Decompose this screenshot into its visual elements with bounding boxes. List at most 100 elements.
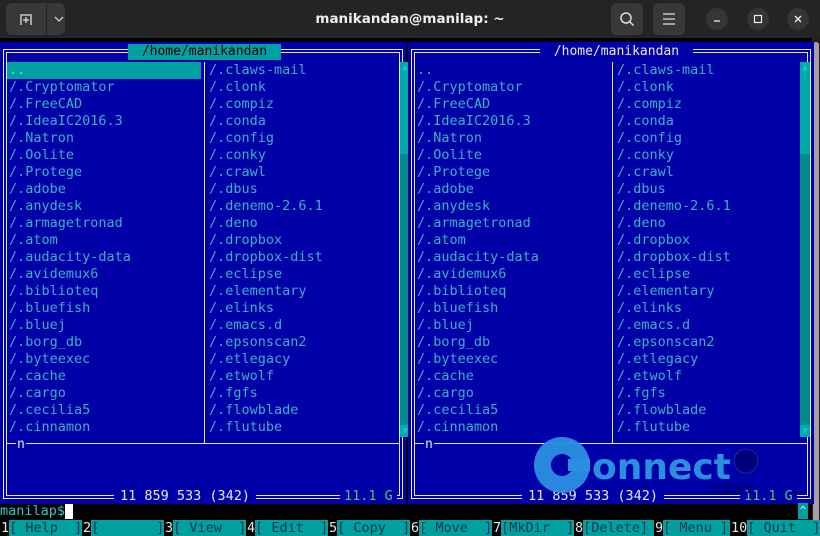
file-list-item[interactable]: /.cache [7,368,201,385]
fkey-8-button[interactable]: 8 [Delete] [574,520,654,536]
file-list-item[interactable]: /.cinnamon [7,419,201,436]
file-list-item[interactable]: /.denemo-2.6.1 [615,198,799,215]
file-list-item[interactable]: /.cecilia5 [415,402,609,419]
minimize-button[interactable] [706,8,728,30]
file-list-item[interactable]: /.FreeCAD [7,96,201,113]
file-list-item[interactable]: /.flowblade [207,402,399,419]
history-caret-icon[interactable]: ^ [798,503,808,519]
file-list-item[interactable]: /.fgfs [207,385,399,402]
file-list-item[interactable]: /.dbus [207,181,399,198]
scroll-up-arrow-icon[interactable]: ▲ [800,62,810,74]
file-list-item[interactable]: /.bluefish [7,300,201,317]
file-list-item[interactable]: /.avidemux6 [415,266,609,283]
file-list-item[interactable]: /.crawl [615,164,799,181]
file-list-item[interactable]: /.etlegacy [615,351,799,368]
panel-path[interactable]: /home/manikandan [540,44,693,60]
scroll-down-arrow-icon[interactable]: ▼ [800,425,810,437]
parent-dir-item[interactable]: .. [415,62,609,79]
file-list-item[interactable]: /.conda [207,113,399,130]
file-list-item[interactable]: /.epsonscan2 [615,334,799,351]
file-list-item[interactable]: /.emacs.d [615,317,799,334]
file-list-item[interactable]: /.etwolf [615,368,799,385]
file-list-item[interactable]: /.Oolite [7,147,201,164]
file-list-item[interactable]: /.conda [615,113,799,130]
file-list-item[interactable]: /.flutube [615,419,799,436]
file-list-item[interactable]: /.Protege [415,164,609,181]
file-list-item[interactable]: /.crawl [207,164,399,181]
file-list-item[interactable]: /.elementary [207,283,399,300]
file-list-item[interactable]: /.biblioteq [415,283,609,300]
file-list-item[interactable]: /.Cryptomator [415,79,609,96]
file-list-item[interactable]: /.dropbox [207,232,399,249]
file-list-item[interactable]: /.compiz [207,96,399,113]
file-list-item[interactable]: /.IdeaIC2016.3 [7,113,201,130]
file-list-item[interactable]: /.atom [415,232,609,249]
file-list-item[interactable]: /.claws-mail [207,62,399,79]
file-list-item[interactable]: /.compiz [615,96,799,113]
file-list-item[interactable]: /.anydesk [7,198,201,215]
close-button[interactable] [787,8,809,30]
file-list-item[interactable]: /.flowblade [615,402,799,419]
file-list-item[interactable]: /.elinks [615,300,799,317]
file-list-item[interactable]: /.cargo [415,385,609,402]
file-list-item[interactable]: /.claws-mail [615,62,799,79]
file-list-item[interactable]: /.armagetronad [7,215,201,232]
file-list-item[interactable]: /.audacity-data [7,249,201,266]
panel-path[interactable]: /home/manikandan [128,44,281,60]
file-list-item[interactable]: /.eclipse [615,266,799,283]
file-list-item[interactable]: /.atom [7,232,201,249]
file-list-item[interactable]: /.dropbox-dist [207,249,399,266]
file-list-item[interactable]: /.borg_db [415,334,609,351]
file-list-item[interactable]: /.armagetronad [415,215,609,232]
fkey-1-button[interactable]: 1[ Help ] [0,520,83,536]
file-list-item[interactable]: /.bluefish [415,300,609,317]
fkey-4-button[interactable]: 4[ Edit ] [246,520,329,536]
search-button[interactable] [611,3,643,35]
file-list-item[interactable]: /.fgfs [615,385,799,402]
file-list-item[interactable]: /.dropbox [615,232,799,249]
left-panel[interactable]: /home/manikandan ../.Cryptomator/.FreeCA… [0,42,410,504]
file-list-item[interactable]: /.conky [207,147,399,164]
file-list-item[interactable]: /.bluej [415,317,609,334]
file-list-item[interactable]: /.Oolite [415,147,609,164]
fkey-6-button[interactable]: 6[ Move ] [410,520,493,536]
file-list-item[interactable]: /.deno [207,215,399,232]
file-list-item[interactable]: /.Cryptomator [7,79,201,96]
file-list-item[interactable]: /.cache [415,368,609,385]
fkey-2-button[interactable]: 2[ ] [82,520,165,536]
file-list-item[interactable]: /.conky [615,147,799,164]
file-list-item[interactable]: /.etwolf [207,368,399,385]
fkey-3-button[interactable]: 3[ View ] [164,520,247,536]
file-list-item[interactable]: /.adobe [415,181,609,198]
file-list-item[interactable]: /.Natron [7,130,201,147]
file-list-item[interactable]: /.biblioteq [7,283,201,300]
file-list-item[interactable]: /.byteexec [7,351,201,368]
file-list-item[interactable]: /.cinnamon [415,419,609,436]
file-list-item[interactable]: /.config [615,130,799,147]
file-list-item[interactable]: /.deno [615,215,799,232]
file-list-item[interactable]: /.anydesk [415,198,609,215]
file-list-item[interactable]: /.dbus [615,181,799,198]
fkey-5-button[interactable]: 5[ Copy ] [328,520,411,536]
right-panel[interactable]: /home/manikandan ../.Cryptomator/.FreeCA… [408,42,814,504]
command-line[interactable]: manilap$ [0,503,74,519]
file-list-item[interactable]: /.denemo-2.6.1 [207,198,399,215]
file-list-item[interactable]: /.Protege [7,164,201,181]
file-list-item[interactable]: /.epsonscan2 [207,334,399,351]
file-list-item[interactable]: /.cecilia5 [7,402,201,419]
menu-button[interactable] [653,3,685,35]
parent-dir-item[interactable]: .. [7,62,201,79]
file-list-item[interactable]: /.emacs.d [207,317,399,334]
scroll-thumb[interactable] [800,74,810,154]
file-list-item[interactable]: /.etlegacy [207,351,399,368]
file-list-item[interactable]: /.audacity-data [415,249,609,266]
file-list-item[interactable]: /.Natron [415,130,609,147]
file-list-item[interactable]: /.elementary [615,283,799,300]
file-list-item[interactable]: /.IdeaIC2016.3 [415,113,609,130]
file-list-item[interactable]: /.bluej [7,317,201,334]
file-list-item[interactable]: /.byteexec [415,351,609,368]
file-list-item[interactable]: /.cargo [7,385,201,402]
file-list-item[interactable]: /.flutube [207,419,399,436]
file-list-item[interactable]: /.avidemux6 [7,266,201,283]
file-list-item[interactable]: /.eclipse [207,266,399,283]
